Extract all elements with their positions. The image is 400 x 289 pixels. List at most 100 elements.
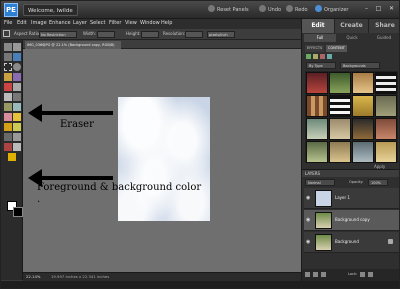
layer-row[interactable]: ◉ Layer 1 xyxy=(304,188,399,209)
lock-all-icon[interactable] xyxy=(368,272,373,277)
reset-panels-button[interactable]: Reset Panels xyxy=(208,4,249,16)
content-thumbnail[interactable] xyxy=(375,72,397,94)
minimize-button[interactable]: – xyxy=(362,4,371,13)
tab-content[interactable]: CONTENT xyxy=(326,45,347,52)
menu-filter[interactable]: Filter xyxy=(109,20,121,26)
content-text-icon[interactable] xyxy=(327,54,332,59)
blur-tool-icon[interactable] xyxy=(13,133,21,141)
layers-footer: Lock: xyxy=(302,269,399,281)
tab-quick[interactable]: Quick xyxy=(336,34,368,42)
visibility-eye-icon[interactable]: ◉ xyxy=(306,239,312,245)
app-logo-icon: PE xyxy=(4,3,18,17)
gradient-tool-icon[interactable] xyxy=(13,123,21,131)
crop-tool-icon[interactable] xyxy=(13,93,21,101)
smudge-tool-icon[interactable] xyxy=(13,143,21,151)
blend-mode-select[interactable]: Normal xyxy=(305,179,335,186)
content-thumbnail[interactable] xyxy=(329,72,351,94)
pencil-tool-icon[interactable] xyxy=(13,103,21,111)
content-frame-icon[interactable] xyxy=(313,54,318,59)
clone-stamp-tool-icon[interactable] xyxy=(4,103,12,111)
content-thumbnail[interactable] xyxy=(352,72,374,94)
resolution-input[interactable] xyxy=(185,31,203,38)
content-thumbnail[interactable] xyxy=(306,141,328,163)
brush-tool-icon[interactable] xyxy=(13,113,21,121)
content-filter-icon[interactable] xyxy=(306,54,311,59)
menu-image[interactable]: Image xyxy=(31,20,47,26)
toolbox xyxy=(1,40,23,280)
document-image[interactable] xyxy=(118,97,210,221)
menu-select[interactable]: Select xyxy=(90,20,105,26)
width-input[interactable] xyxy=(97,31,115,38)
red-eye-tool-icon[interactable] xyxy=(4,83,12,91)
maximize-button[interactable]: □ xyxy=(374,4,383,13)
content-thumbnail[interactable] xyxy=(306,95,328,117)
opacity-input[interactable]: 100% xyxy=(368,179,388,186)
visibility-eye-icon[interactable]: ◉ xyxy=(306,217,312,223)
document-tab[interactable]: IMG_0366JPG @ 22.1% (Background copy, RG… xyxy=(25,41,121,49)
tab-edit[interactable]: Edit xyxy=(302,19,335,33)
content-thumbnail[interactable] xyxy=(306,72,328,94)
lock-transparent-icon[interactable] xyxy=(360,272,365,277)
layers-panel-header[interactable]: LAYERS xyxy=(302,169,399,177)
adjustment-layer-icon[interactable] xyxy=(313,272,318,277)
content-shape-icon[interactable] xyxy=(320,54,325,59)
menu-view[interactable]: View xyxy=(125,20,137,26)
welcome-user-button[interactable]: Welcome, Iwilde xyxy=(23,4,78,16)
height-input[interactable] xyxy=(141,31,159,38)
organizer-button[interactable]: Organizer xyxy=(315,4,348,16)
content-category-select[interactable]: Backgrounds xyxy=(340,62,380,69)
layer-row[interactable]: ◉ Background copy xyxy=(304,210,399,231)
type-tool-icon[interactable] xyxy=(4,93,12,101)
content-thumbnail[interactable] xyxy=(306,118,328,140)
aspect-ratio-select[interactable]: No Restriction xyxy=(39,31,77,38)
content-thumbnail[interactable] xyxy=(329,95,351,117)
magic-wand-tool-icon[interactable] xyxy=(4,73,12,81)
eyedropper-tool-icon[interactable] xyxy=(13,53,21,61)
menu-window[interactable]: Window xyxy=(140,20,160,26)
menu-edit[interactable]: Edit xyxy=(17,20,27,26)
menu-help[interactable]: Help xyxy=(161,20,172,26)
menu-file[interactable]: File xyxy=(4,20,12,26)
move-tool-icon[interactable] xyxy=(4,53,12,61)
delete-layer-icon[interactable] xyxy=(321,272,326,277)
content-thumbnail[interactable] xyxy=(352,141,374,163)
content-thumbnail[interactable] xyxy=(375,95,397,117)
canvas-area[interactable] xyxy=(23,49,301,272)
close-button[interactable]: ✕ xyxy=(387,4,396,13)
content-thumbnail[interactable] xyxy=(329,118,351,140)
layer-row[interactable]: ◉ Background xyxy=(304,232,399,253)
paint-bucket-tool-icon[interactable] xyxy=(4,123,12,131)
tab-share[interactable]: Share xyxy=(369,19,399,33)
shape-tool-icon[interactable] xyxy=(4,133,12,141)
eraser-tool-icon[interactable] xyxy=(4,113,12,121)
visibility-eye-icon[interactable]: ◉ xyxy=(306,195,312,201)
content-thumbnail[interactable] xyxy=(352,95,374,117)
menu-enhance[interactable]: Enhance xyxy=(49,20,71,26)
zoom-tool-icon[interactable] xyxy=(4,43,12,51)
custom-shape-tool-icon[interactable] xyxy=(8,153,16,161)
background-color-swatch[interactable] xyxy=(13,207,23,217)
marquee-tool-icon[interactable] xyxy=(4,63,12,71)
sponge-tool-icon[interactable] xyxy=(4,143,12,151)
menu-layer[interactable]: Layer xyxy=(73,20,87,26)
content-thumbnail[interactable] xyxy=(329,141,351,163)
new-layer-icon[interactable] xyxy=(305,272,310,277)
reset-panels-icon xyxy=(208,5,215,12)
tab-create[interactable]: Create xyxy=(335,19,369,33)
quick-selection-tool-icon[interactable] xyxy=(13,73,21,81)
lasso-tool-icon[interactable] xyxy=(13,63,21,71)
tab-guided[interactable]: Guided xyxy=(368,34,399,42)
tab-full[interactable]: Full xyxy=(304,34,336,42)
status-bar: 22.14% 19.997 inches x 22.341 inches xyxy=(23,272,301,281)
content-type-select[interactable]: By Type xyxy=(306,62,336,69)
redo-button[interactable]: Redo xyxy=(286,4,308,16)
content-thumbnail[interactable] xyxy=(375,141,397,163)
hand-tool-icon[interactable] xyxy=(13,43,21,51)
content-thumbnail[interactable] xyxy=(352,118,374,140)
zoom-level[interactable]: 22.14% xyxy=(26,274,40,279)
content-thumbnail[interactable] xyxy=(375,118,397,140)
resolution-unit-select[interactable]: pixels/inch xyxy=(207,31,235,38)
tab-effects[interactable]: EFFECTS xyxy=(305,45,325,52)
healing-brush-tool-icon[interactable] xyxy=(13,83,21,91)
undo-button[interactable]: Undo xyxy=(259,4,281,16)
